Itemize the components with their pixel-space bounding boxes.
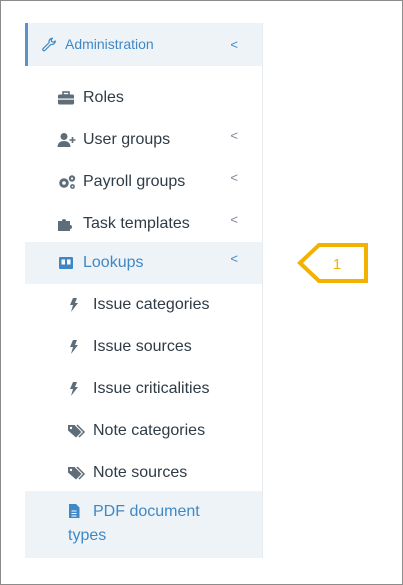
bolt-icon	[67, 381, 85, 397]
bolt-icon	[67, 297, 85, 313]
sidebar-subitem-label: Note categories	[93, 422, 206, 439]
sidebar-subitem-label-line2: types	[68, 527, 107, 544]
book-icon	[57, 255, 75, 271]
user-plus-icon	[57, 132, 76, 148]
sidebar-item-label: Roles	[83, 89, 124, 106]
wrench-icon	[41, 37, 57, 52]
sidebar-section-label: Administration	[65, 36, 154, 52]
bolt-icon	[67, 339, 85, 355]
annotation-number: 1	[332, 256, 342, 273]
sidebar-item-lookups[interactable]: Lookups <	[25, 242, 262, 284]
sidebar-item-label: Payroll groups	[83, 173, 186, 190]
sidebar-subitem-issue-sources[interactable]: Issue sources	[25, 326, 262, 368]
chevron-left-icon: <	[230, 128, 238, 143]
sidebar-subitem-label-line1: PDF document	[93, 503, 200, 520]
sidebar-subitem-label: Issue categories	[93, 296, 210, 313]
sidebar-item-label: Lookups	[83, 254, 144, 271]
gears-icon	[57, 174, 76, 190]
puzzle-icon	[57, 216, 75, 232]
chevron-left-icon: <	[230, 212, 238, 227]
sidebar-subitem-label: Note sources	[93, 464, 188, 481]
tags-icon	[67, 465, 86, 481]
sidebar-subitem-note-sources[interactable]: Note sources	[25, 452, 262, 494]
sidebar-subitem-label: Issue criticalities	[93, 380, 210, 397]
file-icon	[67, 503, 85, 519]
chevron-left-icon: <	[230, 37, 238, 52]
sidebar-subitem-issue-categories[interactable]: Issue categories	[25, 284, 262, 326]
sidebar-item-roles[interactable]: Roles	[25, 77, 262, 119]
sidebar-subitem-note-categories[interactable]: Note categories	[25, 410, 262, 452]
sidebar-subitem-label: Issue sources	[93, 338, 192, 355]
sidebar-section-administration[interactable]: Administration <	[25, 23, 262, 66]
sidebar-item-payroll-groups[interactable]: Payroll groups <	[25, 161, 262, 203]
admin-sidebar: Administration < Roles User groups < Pay…	[25, 23, 263, 558]
sidebar-item-label: Task templates	[83, 215, 190, 232]
sidebar-item-task-templates[interactable]: Task templates <	[25, 203, 262, 245]
sidebar-subitem-issue-criticalities[interactable]: Issue criticalities	[25, 368, 262, 410]
briefcase-icon	[57, 90, 75, 106]
tags-icon	[67, 423, 86, 439]
chevron-left-icon: <	[230, 170, 238, 185]
sidebar-subitem-pdf-document-types[interactable]: PDF document types	[25, 491, 262, 558]
sidebar-item-user-groups[interactable]: User groups <	[25, 119, 262, 161]
sidebar-item-label: User groups	[83, 131, 171, 148]
chevron-left-icon: <	[230, 251, 238, 266]
